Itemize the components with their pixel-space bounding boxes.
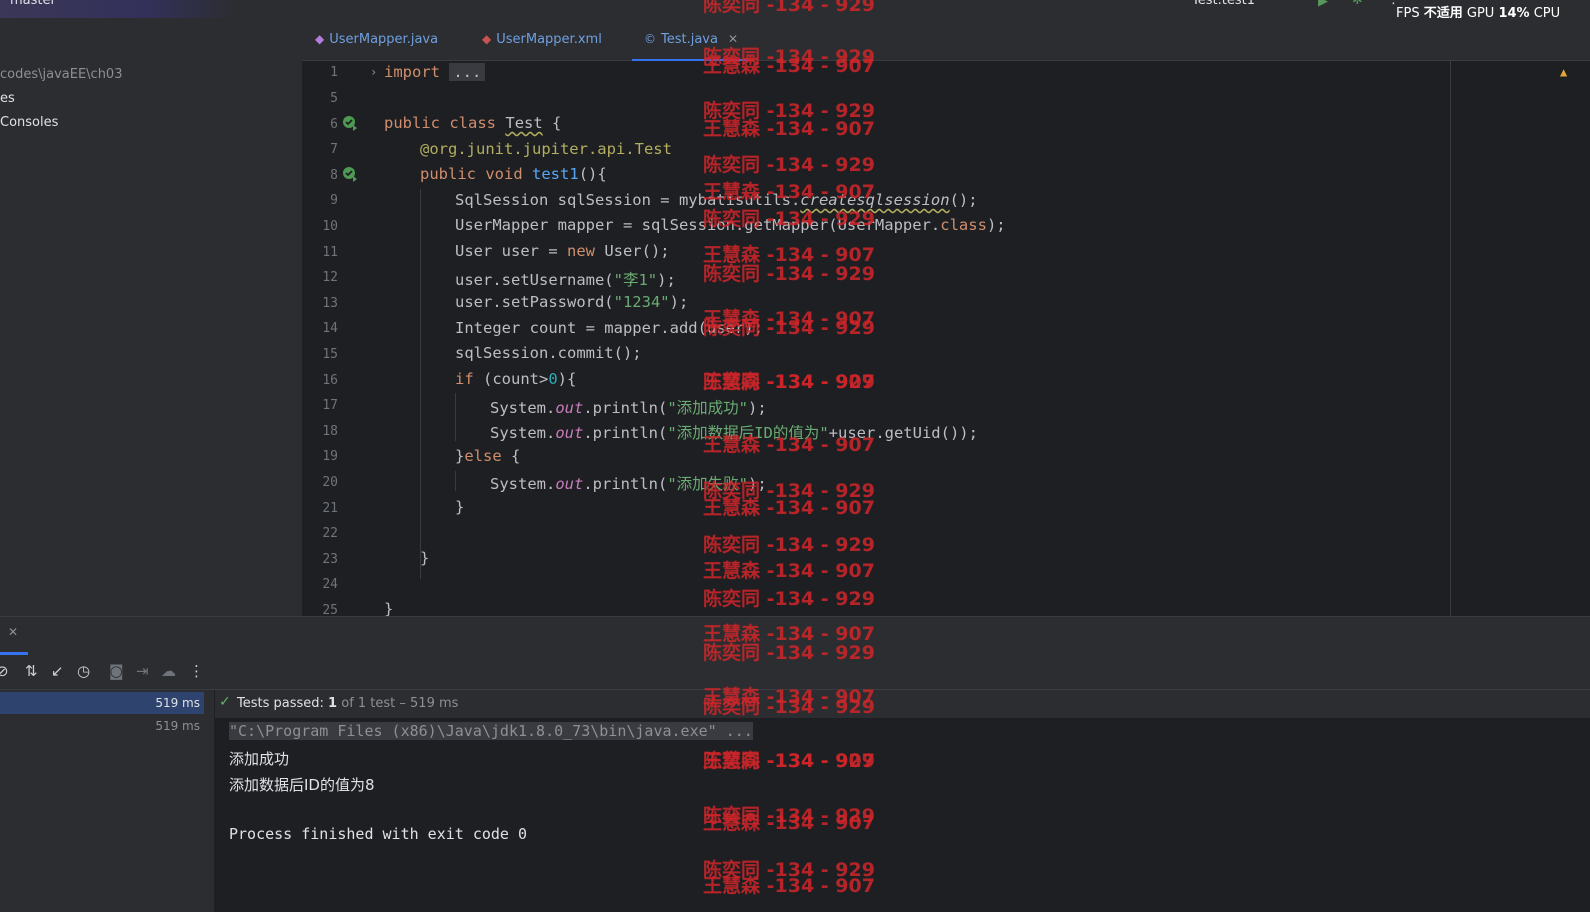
more-icon[interactable]: ⋮ — [189, 662, 204, 680]
indent-guide — [455, 393, 456, 441]
tab-test-java[interactable]: © Test.java ✕ — [632, 18, 751, 61]
console-line: "C:\Program Files (x86)\Java\jdk1.8.0_73… — [229, 722, 753, 740]
test-status-bar: ✓ Tests passed: 1 of 1 test – 519 ms — [215, 690, 1590, 718]
project-path[interactable]: codes\javaEE\ch03 — [0, 67, 122, 82]
line-number: 15 — [322, 347, 338, 362]
java-class-icon: © — [644, 32, 656, 46]
java-interface-icon: ◆ — [315, 32, 325, 46]
code-line-6: public class Test { — [384, 114, 562, 132]
line-number: 18 — [322, 424, 338, 439]
chevron-right-icon[interactable]: › — [370, 65, 377, 79]
code-line-17: System.out.println("添加成功"); — [490, 399, 767, 417]
line-number: 9 — [330, 193, 338, 208]
camera-icon[interactable]: ◙ — [109, 662, 124, 680]
code-line-1: import ... — [384, 63, 486, 81]
editor-gutter: 1 5 6 7 8 9 10 11 12 13 14 15 16 17 18 1… — [302, 61, 382, 616]
tab-usermapper-java[interactable]: ◆ UserMapper.java — [315, 18, 438, 60]
line-number: 5 — [330, 91, 338, 106]
tab-usermapper-xml[interactable]: ◆ UserMapper.xml — [482, 18, 602, 60]
line-number: 14 — [322, 321, 338, 336]
debug-icon[interactable]: ✲ — [1352, 0, 1363, 8]
line-number: 17 — [322, 398, 338, 413]
line-number: 11 — [322, 245, 338, 260]
xml-mapper-icon: ◆ — [482, 32, 492, 46]
warning-icon[interactable]: ▲ — [1560, 65, 1567, 79]
project-panel: codes\javaEE\ch03 es Consoles — [0, 18, 302, 616]
code-line-20: System.out.println("添加失败"); — [490, 475, 767, 493]
java-command[interactable]: "C:\Program Files (x86)\Java\jdk1.8.0_73… — [229, 722, 753, 740]
branch-selector[interactable]: master — [10, 0, 56, 8]
sort-alpha-icon[interactable]: ⇅ — [25, 662, 38, 680]
code-line-10: UserMapper mapper = sqlSession.getMapper… — [455, 216, 1006, 234]
close-icon[interactable]: ✕ — [8, 625, 18, 639]
code-line-7: @org.junit.jupiter.api.Test — [420, 140, 672, 158]
line-number: 13 — [322, 296, 338, 311]
tab-label: Test.java — [661, 31, 718, 47]
run-panel-header: ✕ — [0, 616, 1590, 656]
right-margin-line — [1450, 61, 1451, 616]
code-line-14: Integer count = mapper.add(user); — [455, 319, 763, 337]
history-icon[interactable]: ◷ — [77, 662, 90, 680]
line-number: 1 — [330, 65, 338, 80]
code-line-18: System.out.println("添加数据后ID的值为"+user.get… — [490, 424, 978, 442]
export-icon[interactable]: ⇥ — [136, 662, 149, 680]
run-test-class-icon[interactable] — [342, 115, 358, 131]
console-line: Process finished with exit code 0 — [229, 825, 528, 843]
run-icon[interactable]: ▶ — [1318, 0, 1328, 9]
code-line-12: user.setUsername("李1"); — [455, 271, 676, 289]
code-line-19: }else { — [455, 447, 521, 465]
code-line-11: User user = new User(); — [455, 242, 670, 260]
line-number: 7 — [330, 142, 338, 157]
coverage-icon[interactable]: ☁ — [161, 662, 176, 680]
collapse-icon[interactable]: ↙ — [51, 662, 64, 680]
tab-label: UserMapper.java — [329, 31, 439, 47]
test-tree-row-root[interactable]: 519 ms — [0, 692, 204, 714]
code-line-23: } — [420, 549, 430, 567]
project-item-libraries[interactable]: es — [0, 91, 15, 106]
project-item-consoles[interactable]: Consoles — [0, 115, 58, 130]
console-line: 添加成功 — [229, 750, 290, 768]
line-number: 22 — [322, 526, 338, 541]
code-line-25: } — [384, 600, 394, 616]
line-number: 12 — [322, 270, 338, 285]
line-number: 21 — [322, 501, 338, 516]
line-number: 20 — [322, 475, 338, 490]
code-line-8: public void test1(){ — [420, 165, 607, 183]
test-tree-row-test1[interactable]: 519 ms — [0, 715, 204, 737]
code-line-21: } — [455, 498, 465, 516]
line-number: 10 — [322, 219, 338, 234]
rerun-icon[interactable]: ⊘ — [0, 662, 9, 680]
close-icon[interactable]: ✕ — [728, 32, 738, 46]
run-configuration-selector[interactable]: Test.test1 — [1192, 0, 1255, 8]
code-line-16: if (count>0){ — [455, 370, 577, 388]
tab-label: UserMapper.xml — [496, 31, 602, 47]
line-number: 16 — [322, 373, 338, 388]
line-number: 8 — [330, 168, 338, 183]
run-toolbar: ⊘ ⇅ ↙ ◷ ◙ ⇥ ☁ ⋮ — [0, 655, 1590, 690]
code-editor[interactable]: 1 5 6 7 8 9 10 11 12 13 14 15 16 17 18 1… — [302, 61, 1590, 616]
code-line-15: sqlSession.commit(); — [455, 344, 642, 362]
run-test-method-icon[interactable] — [342, 166, 358, 182]
console-line: 添加数据后ID的值为8 — [229, 776, 375, 794]
line-number: 25 — [322, 603, 338, 616]
line-number: 23 — [322, 552, 338, 567]
test-status-text: Tests passed: 1 of 1 test – 519 ms — [237, 696, 459, 711]
editor-tab-bar: ◆ UserMapper.java ◆ UserMapper.xml © Tes… — [302, 18, 1590, 61]
indent-guide — [455, 471, 456, 491]
code-line-13: user.setPassword("1234"); — [455, 293, 689, 311]
line-number: 24 — [322, 577, 338, 592]
console-output[interactable]: ✓ Tests passed: 1 of 1 test – 519 ms "C:… — [215, 690, 1590, 912]
test-results-tree: 519 ms 519 ms — [0, 690, 214, 912]
check-icon: ✓ — [219, 694, 231, 710]
line-number: 6 — [330, 117, 338, 132]
code-line-9: SqlSession sqlSession = mybatisutils.cre… — [455, 191, 978, 209]
title-bar: master Test.test1 ▶ ✲ ⋮ FPS 不适用 GPU 14% … — [0, 0, 1590, 21]
folded-imports[interactable]: ... — [449, 63, 486, 81]
line-number: 19 — [322, 449, 338, 464]
indent-guide — [420, 189, 421, 579]
